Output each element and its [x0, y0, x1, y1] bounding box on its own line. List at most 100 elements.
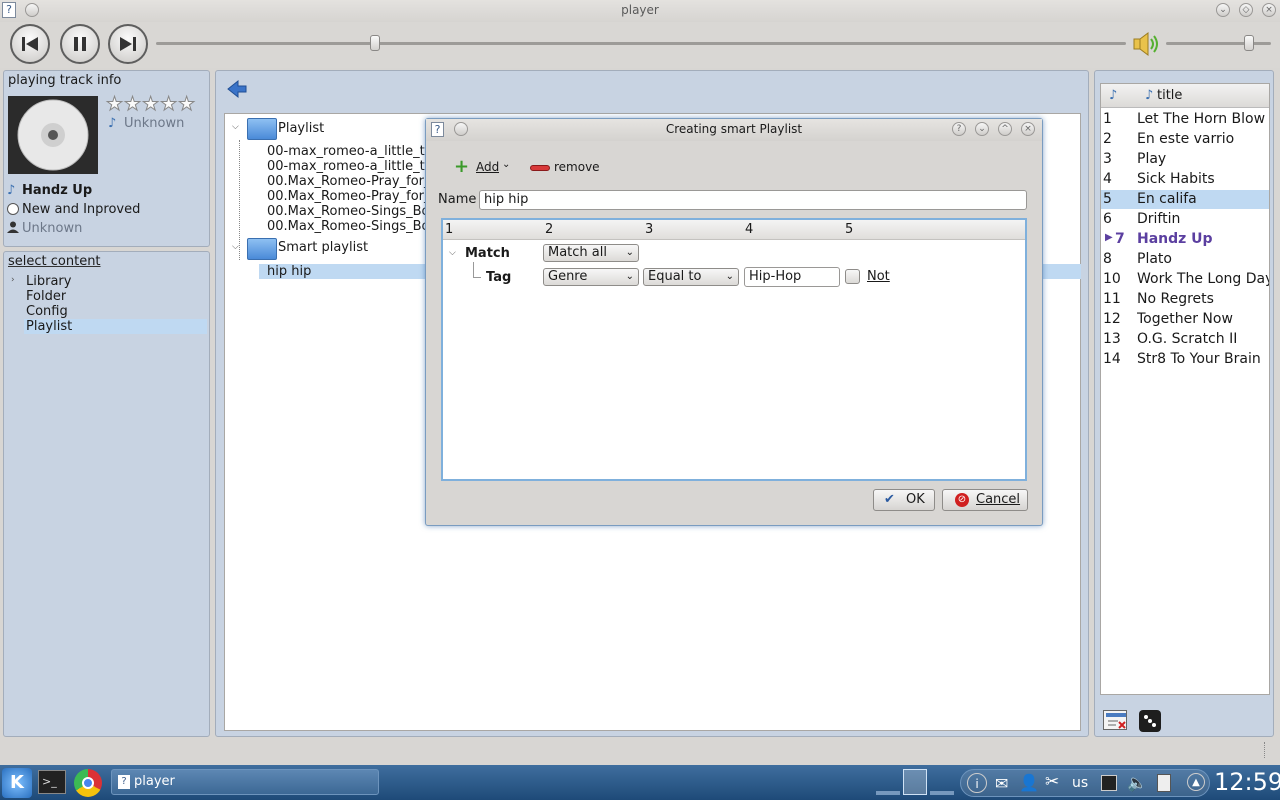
minimize-button[interactable]: ⌄: [1216, 3, 1230, 17]
track-row[interactable]: 14 Str8 To Your Brain: [1101, 350, 1269, 369]
speaker-icon[interactable]: [1132, 31, 1160, 57]
shuffle-dice-icon[interactable]: [1139, 710, 1161, 732]
desktop-2[interactable]: [903, 769, 927, 795]
dialog-maximize-button[interactable]: ^: [998, 122, 1012, 136]
col-header[interactable]: 5: [845, 222, 853, 237]
col-header[interactable]: 2: [545, 222, 553, 237]
track-row[interactable]: 3 Play: [1101, 150, 1269, 169]
next-icon: [120, 37, 136, 51]
desktop-3[interactable]: [930, 769, 954, 795]
menu-circle-icon[interactable]: [25, 3, 39, 17]
smart-item[interactable]: hip hip: [267, 264, 311, 279]
ok-button[interactable]: ✔ OK: [873, 489, 935, 511]
playlist-item[interactable]: 00.Max_Romeo-Sings_Bob_: [267, 204, 427, 219]
match-combobox[interactable]: Match all ⌄: [543, 244, 639, 262]
kde-launcher-icon[interactable]: K: [2, 768, 32, 798]
col-header[interactable]: 4: [745, 222, 753, 237]
track-number: 1: [1103, 111, 1112, 127]
app-help-icon[interactable]: ?: [2, 2, 16, 18]
track-row[interactable]: 11 No Regrets: [1101, 290, 1269, 309]
seek-slider[interactable]: [156, 42, 1126, 45]
content-item-config[interactable]: Config: [26, 304, 68, 319]
not-checkbox[interactable]: [845, 269, 860, 284]
track-row[interactable]: 5 En califa: [1101, 190, 1269, 209]
resize-grip[interactable]: [1264, 742, 1267, 758]
tracklist-header: ♪ ♪ title: [1101, 84, 1269, 108]
next-track-button[interactable]: [108, 24, 148, 64]
content-item-folder[interactable]: Folder: [26, 289, 66, 304]
remove-button[interactable]: remove: [530, 159, 600, 177]
volume-slider[interactable]: [1166, 42, 1271, 45]
col-header[interactable]: 3: [645, 222, 653, 237]
content-item-library[interactable]: Library: [26, 274, 71, 289]
playlist-folder-label[interactable]: Playlist: [278, 121, 324, 136]
track-row[interactable]: ▶ 7 Handz Up: [1101, 230, 1269, 249]
clear-playlist-icon[interactable]: [1103, 710, 1127, 730]
device-icon[interactable]: [1101, 775, 1117, 791]
playlist-item[interactable]: 00-max_romeo-a_little_tim: [267, 144, 427, 159]
dialog-minimize-button[interactable]: ⌄: [975, 122, 989, 136]
library-expand-icon[interactable]: ›: [11, 275, 15, 285]
note-column-icon[interactable]: ♪: [1109, 88, 1117, 103]
mail-icon[interactable]: ✉: [995, 774, 1008, 793]
dialog-help-button[interactable]: ?: [952, 122, 966, 136]
pager[interactable]: [876, 769, 954, 795]
value-field[interactable]: Hip-Hop: [744, 267, 840, 287]
tracklist-panel: ♪ ♪ title 1 Let The Horn Blow 2 En este var…: [1094, 70, 1274, 737]
add-button[interactable]: + Add ⌄: [454, 156, 514, 177]
title-column-header[interactable]: title: [1157, 88, 1182, 103]
browser-icon[interactable]: [74, 769, 102, 797]
field-combobox[interactable]: Genre ⌄: [543, 268, 639, 286]
clock[interactable]: 12:59: [1214, 768, 1280, 796]
track-title: Str8 To Your Brain: [1137, 351, 1261, 367]
track-row[interactable]: 4 Sick Habits: [1101, 170, 1269, 189]
track-number: 10: [1103, 271, 1121, 287]
track-row[interactable]: 2 En este varrio: [1101, 130, 1269, 149]
rating-stars[interactable]: ★★★★★: [105, 93, 196, 116]
tree-line: [239, 140, 240, 260]
task-player[interactable]: ? player: [111, 769, 379, 795]
playlist-item[interactable]: 00.Max_Romeo-Pray_for_M: [267, 189, 427, 204]
track-row[interactable]: 12 Together Now: [1101, 310, 1269, 329]
keyboard-layout[interactable]: us: [1072, 775, 1088, 791]
playlist-item[interactable]: 00-max_romeo-a_little_tim: [267, 159, 427, 174]
user-icon[interactable]: 👤: [1019, 773, 1039, 792]
collapse-arrow-icon[interactable]: ⌵: [232, 242, 239, 252]
track-title: Handz Up: [22, 183, 93, 198]
playlist-item[interactable]: 00.Max_Romeo-Sings_Bob_: [267, 219, 427, 234]
collapse-arrow-icon[interactable]: ⌵: [232, 122, 239, 132]
track-row[interactable]: 8 Plato: [1101, 250, 1269, 269]
dialog-close-button[interactable]: ×: [1021, 122, 1035, 136]
maximize-button[interactable]: ◇: [1239, 3, 1253, 17]
collapse-arrow-icon[interactable]: ⌵: [449, 248, 456, 258]
cd-icon: [17, 99, 89, 171]
col-header[interactable]: 1: [445, 222, 453, 237]
track-row[interactable]: 10 Work The Long Day: [1101, 270, 1269, 289]
playlist-item[interactable]: 00.Max_Romeo-Pray_for_M: [267, 174, 427, 189]
smart-folder-label[interactable]: Smart playlist: [278, 240, 368, 255]
tray-expand-icon[interactable]: ▲: [1187, 773, 1205, 791]
clipboard-icon[interactable]: [1157, 774, 1171, 792]
tracklist: ♪ ♪ title 1 Let The Horn Blow 2 En este var…: [1100, 83, 1270, 695]
seek-slider-handle[interactable]: [370, 35, 380, 51]
album-cover: [8, 96, 98, 174]
name-field[interactable]: hip hip: [479, 190, 1027, 210]
scissors-icon[interactable]: ✂: [1045, 772, 1059, 792]
track-row[interactable]: 1 Let The Horn Blow: [1101, 110, 1269, 129]
pause-button[interactable]: [60, 24, 100, 64]
volume-slider-handle[interactable]: [1244, 35, 1254, 51]
volume-tray-icon[interactable]: 🔈: [1127, 773, 1147, 792]
cancel-button[interactable]: ⊘ Cancel: [942, 489, 1028, 511]
operator-combobox[interactable]: Equal to ⌄: [643, 268, 739, 286]
close-button[interactable]: ×: [1262, 3, 1276, 17]
previous-track-button[interactable]: [10, 24, 50, 64]
track-row[interactable]: 13 O.G. Scratch II: [1101, 330, 1269, 349]
track-row[interactable]: 6 Driftin: [1101, 210, 1269, 229]
info-icon[interactable]: i: [967, 773, 987, 793]
desktop-1[interactable]: [876, 769, 900, 795]
back-arrow-icon[interactable]: [226, 79, 248, 103]
dialog-menu-icon[interactable]: [454, 122, 468, 136]
terminal-icon[interactable]: >_: [38, 770, 66, 794]
content-item-playlist[interactable]: Playlist: [26, 319, 72, 334]
dialog-help-icon[interactable]: ?: [431, 122, 444, 137]
